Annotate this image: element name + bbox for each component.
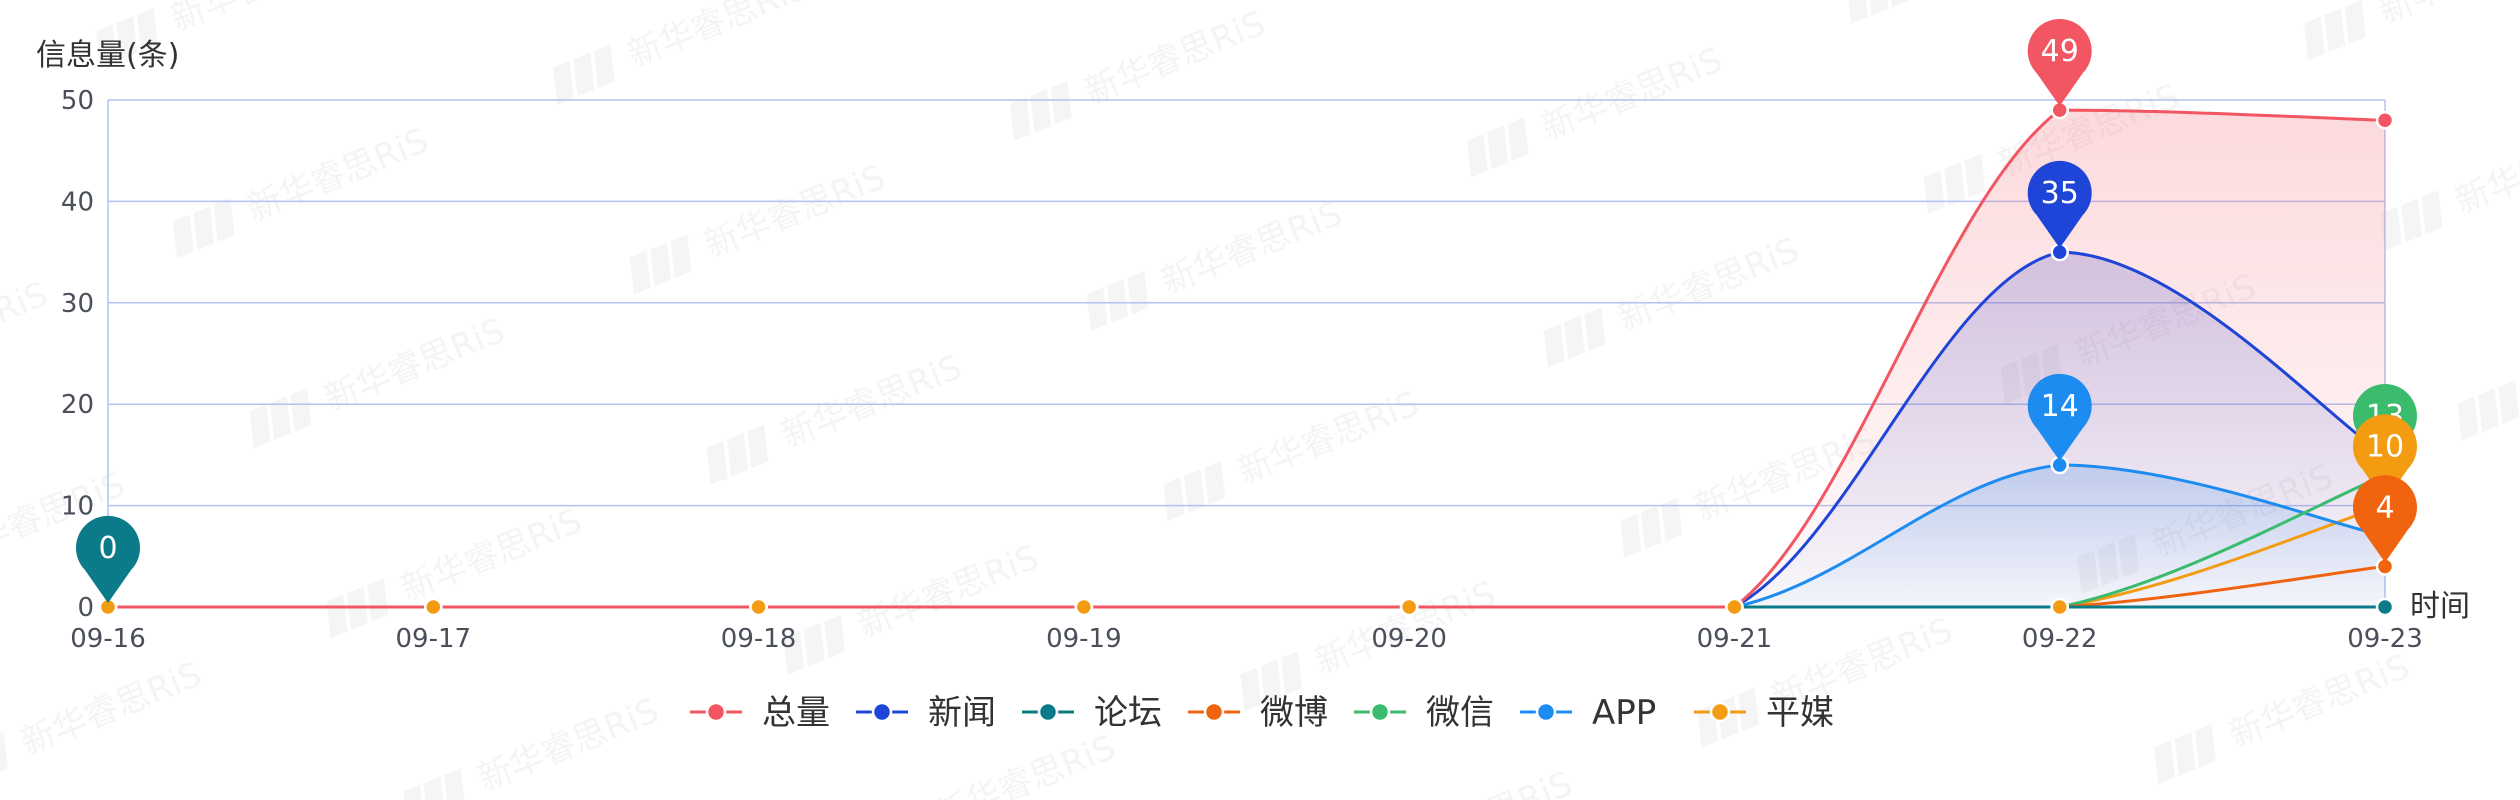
legend-swatch-dot <box>1535 701 1557 723</box>
x-tick-label: 09-23 <box>2347 624 2423 654</box>
y-tick-label: 20 <box>61 390 94 420</box>
y-axis-title: 信息量(条) <box>36 38 179 73</box>
x-tick-label: 09-20 <box>1371 624 1447 654</box>
x-tick-label: 09-21 <box>1697 624 1773 654</box>
legend-swatch-dot <box>1709 701 1731 723</box>
legend-swatch-dot <box>705 701 727 723</box>
legend-label: 论坛 <box>1094 693 1162 733</box>
y-tick-label: 10 <box>61 492 94 522</box>
x-tick-label: 09-22 <box>2022 624 2098 654</box>
legend-swatch-dot <box>1037 701 1059 723</box>
data-point[interactable] <box>1399 597 1419 617</box>
y-tick-label: 30 <box>61 289 94 319</box>
data-point[interactable] <box>2375 597 2395 617</box>
trend-chart-svg: 新华睿思RiS 014354913104 信息量(条) 时间 010203040… <box>0 0 2520 800</box>
x-axis-title: 时间 <box>2410 589 2470 624</box>
legend-label: 微博 <box>1260 693 1328 733</box>
legend-label: 微信 <box>1426 693 1494 733</box>
x-tick-label: 09-19 <box>1046 624 1122 654</box>
pin-label: 4 <box>2375 490 2394 525</box>
legend-label: 总量 <box>762 693 830 733</box>
legend-swatch-dot <box>1369 701 1391 723</box>
legend-label: 平媒 <box>1766 693 1834 733</box>
legend-label: APP <box>1592 693 1656 733</box>
data-point[interactable] <box>424 597 443 617</box>
trend-chart: 新华睿思RiS 014354913104 信息量(条) 时间 010203040… <box>0 0 2520 800</box>
pin-label: 35 <box>2041 176 2079 211</box>
pin-label: 14 <box>2041 389 2079 424</box>
data-point[interactable] <box>2050 597 2069 617</box>
x-tick-label: 09-16 <box>70 624 146 654</box>
pin-label: 0 <box>98 531 117 566</box>
x-tick-label: 09-18 <box>721 624 797 654</box>
data-point[interactable] <box>2375 111 2395 130</box>
x-tick-label: 09-17 <box>396 624 472 654</box>
pin-label: 49 <box>2041 34 2079 69</box>
legend-swatch-dot <box>871 701 893 723</box>
legend-label: 新闻 <box>928 693 996 733</box>
y-tick-label: 0 <box>77 593 94 623</box>
data-point[interactable] <box>1725 597 1744 617</box>
y-tick-label: 50 <box>61 86 94 116</box>
legend-swatch-dot <box>1203 701 1225 723</box>
y-tick-label: 40 <box>61 187 94 217</box>
pin-label: 10 <box>2366 430 2404 465</box>
data-point[interactable] <box>749 597 768 617</box>
data-point[interactable] <box>1074 597 1094 617</box>
